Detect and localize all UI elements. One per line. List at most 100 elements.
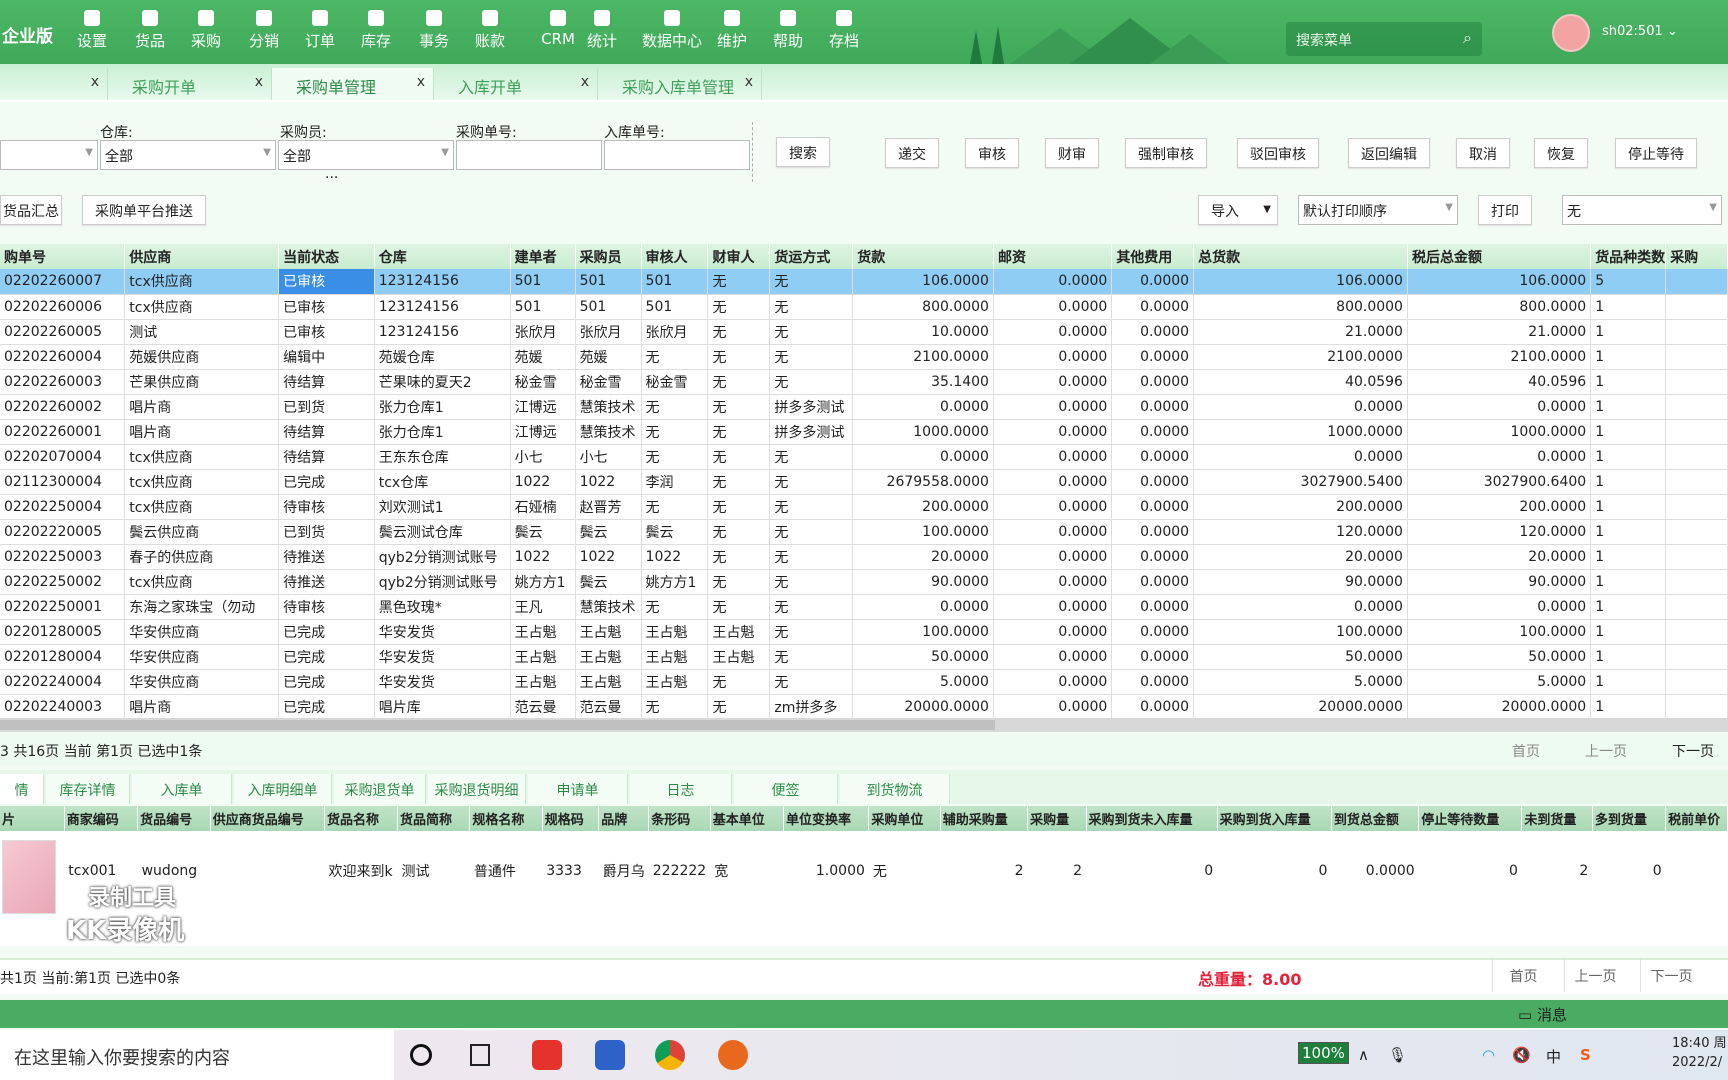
detail-tab-7[interactable]: 日志 xyxy=(630,774,732,804)
detail-column-header[interactable]: 货品简称 xyxy=(397,806,471,831)
filter-select[interactable]: ▼ xyxy=(0,140,98,170)
cortana-icon[interactable] xyxy=(410,1044,432,1066)
tab-4[interactable]: 采购入库单管理 x xyxy=(598,68,762,100)
ime-indicator[interactable]: 中 xyxy=(1546,1046,1561,1067)
column-header[interactable]: 总货款 xyxy=(1193,244,1408,269)
table-row[interactable]: 02202250004 tcx供应商 待审核 刘欢测试1 石娅楠 赵晋芳无无无 200.00… xyxy=(0,494,1728,520)
detail-column-header[interactable]: 采购单位 xyxy=(868,806,941,831)
import-button[interactable]: 导入 ▼ xyxy=(1198,195,1278,225)
first-page-button[interactable]: 首页 xyxy=(1512,741,1540,761)
action-button-7[interactable]: 恢复 xyxy=(1534,138,1588,168)
detail-tab-3[interactable]: 入库明细单 xyxy=(234,774,332,804)
nav-item-1[interactable]: 货品 xyxy=(122,10,178,51)
detail-column-header[interactable]: 基本单位 xyxy=(710,806,785,831)
action-button-8[interactable]: 停止等待 xyxy=(1615,138,1697,168)
action-button-2[interactable]: 财审 xyxy=(1045,138,1099,168)
horizontal-scrollbar[interactable] xyxy=(0,718,1728,732)
nav-item-4[interactable]: 订单 xyxy=(292,10,348,51)
column-header[interactable]: 采购 xyxy=(1665,244,1728,269)
close-icon[interactable]: x xyxy=(91,74,99,90)
detail-tab-8[interactable]: 便签 xyxy=(734,774,838,804)
more-filters-toggle[interactable]: ... xyxy=(325,166,338,182)
print-button[interactable]: 打印 xyxy=(1478,195,1532,225)
close-icon[interactable]: x xyxy=(745,74,753,90)
tab-3[interactable]: 入库开单 x xyxy=(434,68,598,100)
detail-prev-page-button[interactable]: 上一页 xyxy=(1564,958,1626,992)
chrome-icon[interactable] xyxy=(655,1040,685,1070)
nav-item-7[interactable]: 账款 xyxy=(462,10,518,51)
table-row[interactable]: 02202250002 tcx供应商 待推送 qyb2分销测试账号 姚方方1 鬓云 姚方方1… xyxy=(0,569,1728,595)
detail-column-header[interactable]: 规格码 xyxy=(542,806,600,831)
volume-muted-icon[interactable]: 🔇 xyxy=(1512,1046,1531,1064)
table-row[interactable]: 02202220005 鬓云供应商 已到货 鬓云测试仓库 鬓云 鬓云 鬓云无无 100.000… xyxy=(0,519,1728,545)
detail-column-header[interactable]: 到货总金额 xyxy=(1331,806,1420,831)
table-row[interactable]: 02201280004 华安供应商 已完成 华安发货 王占魁 王占魁 王占魁 王占魁无 50.0… xyxy=(0,644,1728,670)
warehouse-select[interactable]: 全部 ▼ xyxy=(100,140,276,170)
detail-column-header[interactable]: 未到货量 xyxy=(1521,806,1593,831)
microphone-icon[interactable]: 🎙 xyxy=(1388,1046,1407,1064)
table-row[interactable]: 02202260006 tcx供应商 已审核 123124156 501 501 501 无无… xyxy=(0,294,1728,320)
detail-column-header[interactable]: 税前单价 xyxy=(1665,806,1728,831)
clock[interactable]: 18:40 周 2022/2/ xyxy=(1672,1034,1727,1072)
table-row[interactable]: 02202240003 唱片商 已完成 唱片库 范云曼 范云曼无无 zm拼多多 20000.0… xyxy=(0,694,1728,718)
menu-search-input[interactable]: 搜索菜单 ⌕ xyxy=(1286,22,1482,56)
in-number-input[interactable] xyxy=(604,140,750,170)
table-row[interactable]: 02201280005 华安供应商 已完成 华安发货 王占魁 王占魁 王占魁 王占魁无 100.… xyxy=(0,619,1728,645)
column-header[interactable]: 仓库 xyxy=(374,244,511,269)
table-row[interactable]: 02202260005 测试 已审核 123124156 张欣月 张欣月 张欣月无无 10.0… xyxy=(0,319,1728,345)
nav-item-12[interactable]: 帮助 xyxy=(760,10,816,51)
table-row[interactable]: 02202260001 唱片商 待结算 张力仓库1 江博远 慧策技术无无拼多多测试 1000… xyxy=(0,419,1728,445)
task-view-icon[interactable] xyxy=(470,1044,490,1066)
detail-column-header[interactable]: 条形码 xyxy=(648,806,711,831)
next-page-button[interactable]: 下一页 xyxy=(1672,741,1714,761)
nav-item-6[interactable]: 事务 xyxy=(406,10,462,51)
action-button-0[interactable]: 递交 xyxy=(885,138,939,168)
tab-2[interactable]: 采购单管理 x xyxy=(272,68,434,100)
column-header[interactable]: 其他费用 xyxy=(1111,244,1195,269)
action-button-6[interactable]: 取消 xyxy=(1456,138,1510,168)
chevron-up-icon[interactable]: ∧ xyxy=(1358,1046,1369,1064)
action-button-1[interactable]: 审核 xyxy=(965,138,1019,168)
nav-item-11[interactable]: 维护 xyxy=(704,10,760,51)
detail-column-header[interactable]: 货品编号 xyxy=(137,806,211,831)
user-menu[interactable]: sh02:501 ⌄ xyxy=(1602,24,1678,39)
taskbar-search-input[interactable]: 在这里输入你要搜索的内容 xyxy=(0,1030,394,1080)
close-icon[interactable]: x xyxy=(581,74,589,90)
wps-icon[interactable] xyxy=(532,1040,562,1070)
nav-item-2[interactable]: 采购 xyxy=(178,10,234,51)
avatar[interactable] xyxy=(1552,14,1590,52)
column-header[interactable]: 货款 xyxy=(852,244,994,269)
column-header[interactable]: 财审人 xyxy=(707,244,771,269)
detail-tab-4[interactable]: 采购退货单 xyxy=(334,774,426,804)
detail-column-header[interactable]: 品牌 xyxy=(598,806,650,831)
detail-column-header[interactable]: 货品名称 xyxy=(324,806,398,831)
search-button[interactable]: 搜索 xyxy=(776,137,830,167)
detail-tab-2[interactable]: 入库单 xyxy=(132,774,232,804)
detail-tab-1[interactable]: 库存详情 xyxy=(46,774,130,804)
nav-item-3[interactable]: 分销 xyxy=(236,10,292,51)
table-row[interactable]: 02112300004 tcx供应商 已完成 tcx仓库 1022 1022 李润无无 267… xyxy=(0,469,1728,495)
nav-item-9[interactable]: 统计 xyxy=(574,10,630,51)
column-header[interactable]: 邮资 xyxy=(993,244,1113,269)
column-header[interactable]: 审核人 xyxy=(641,244,709,269)
nav-item-5[interactable]: 库存 xyxy=(348,10,404,51)
close-icon[interactable]: x xyxy=(417,74,425,90)
table-row[interactable]: 02202250001 东海之家珠宝（勿动 待审核 黑色玫瑰* 王凡 慧策技术无无无 0.0… xyxy=(0,594,1728,620)
action-button-4[interactable]: 驳回审核 xyxy=(1237,138,1319,168)
detail-column-header[interactable]: 采购量 xyxy=(1027,806,1087,831)
tab-0[interactable]: x xyxy=(0,68,108,100)
detail-column-header[interactable]: 多到货量 xyxy=(1592,806,1667,831)
table-row[interactable]: 02202260007 tcx供应商 已审核 123124156 501 501 501 无无… xyxy=(0,269,1728,295)
table-row[interactable]: 02202260004 苑媛供应商 编辑中 苑媛仓库 苑媛 苑媛无无无 2100.0000 0… xyxy=(0,344,1728,370)
detail-column-header[interactable]: 规格名称 xyxy=(469,806,543,831)
detail-tab-9[interactable]: 到货物流 xyxy=(840,774,950,804)
detail-column-header[interactable]: 商家编码 xyxy=(64,806,139,831)
detail-column-header[interactable]: 单位变换率 xyxy=(783,806,870,831)
column-header[interactable]: 采购员 xyxy=(575,244,642,269)
messages-button[interactable]: ▭ 消息 xyxy=(1518,1004,1567,1025)
detail-tab-6[interactable]: 申请单 xyxy=(528,774,628,804)
table-row[interactable]: 02202260002 唱片商 已到货 张力仓库1 江博远 慧策技术无无拼多多测试 0.00… xyxy=(0,394,1728,420)
action-button-3[interactable]: 强制审核 xyxy=(1125,138,1207,168)
detail-column-header[interactable]: 采购到货未入库量 xyxy=(1086,806,1218,831)
table-row[interactable]: 02202250003 春子的供应商 待推送 qyb2分销测试账号 1022 1022 10… xyxy=(0,544,1728,570)
